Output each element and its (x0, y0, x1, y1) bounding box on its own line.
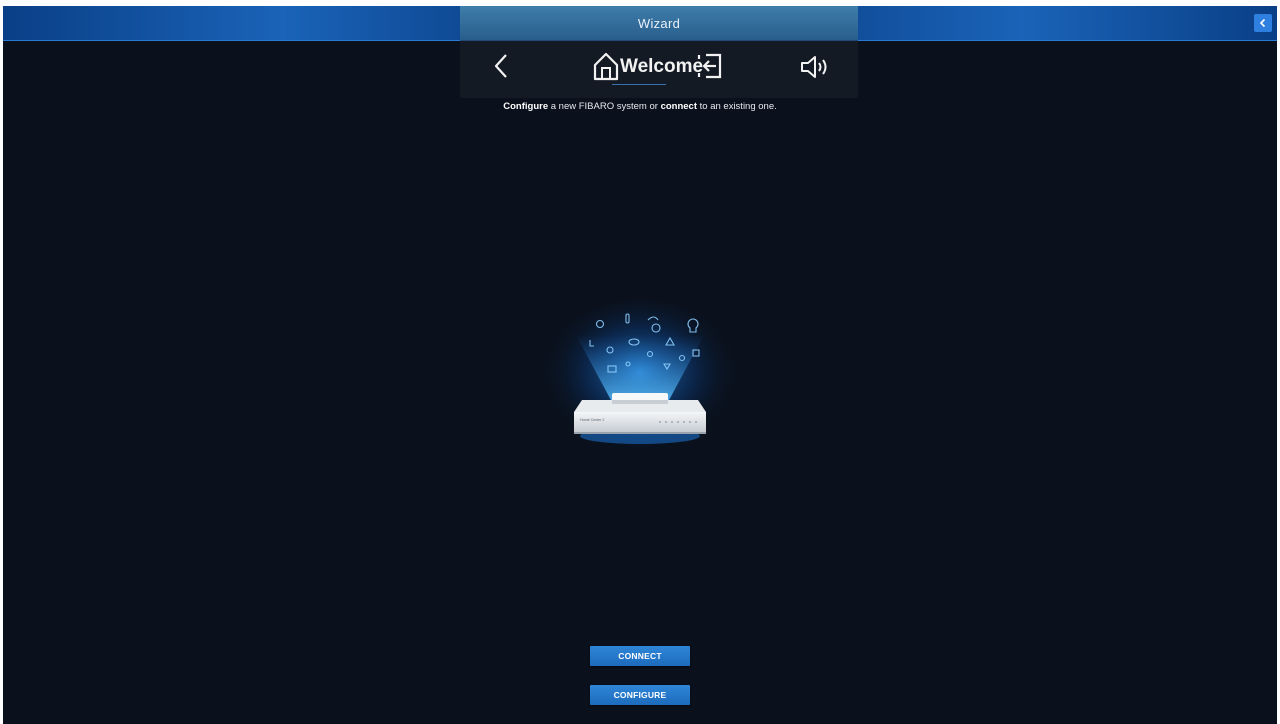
collapse-button[interactable] (1254, 14, 1272, 32)
device-caption: Home Center 2 (580, 418, 604, 422)
subtitle-text-2: to an existing one. (697, 101, 777, 112)
chevron-left-icon (494, 54, 507, 78)
logout-button[interactable] (696, 52, 724, 80)
back-button[interactable] (488, 52, 514, 80)
home-button[interactable] (591, 50, 621, 82)
wizard-title-bar: Wizard (460, 6, 858, 40)
subtitle-connect-bold: connect (660, 101, 697, 112)
speaker-icon (801, 56, 827, 78)
home-icon (593, 52, 619, 81)
connect-button[interactable]: CONNECT (590, 646, 690, 666)
title-underline (612, 84, 666, 85)
configure-button[interactable]: CONFIGURE (590, 685, 690, 705)
subtitle-configure-bold: Configure (503, 101, 549, 112)
speaker-button[interactable] (799, 54, 831, 80)
logout-icon (697, 53, 722, 79)
welcome-description: Configure a new FIBARO system or connect… (0, 101, 1280, 112)
collapse-icon (1259, 18, 1266, 28)
page-title: Welcome (620, 56, 704, 77)
subtitle-text-1: a new FIBARO system or (548, 101, 661, 112)
window-title: Wizard (637, 15, 681, 31)
home-center-illustration: Home Center 2 (540, 300, 740, 460)
